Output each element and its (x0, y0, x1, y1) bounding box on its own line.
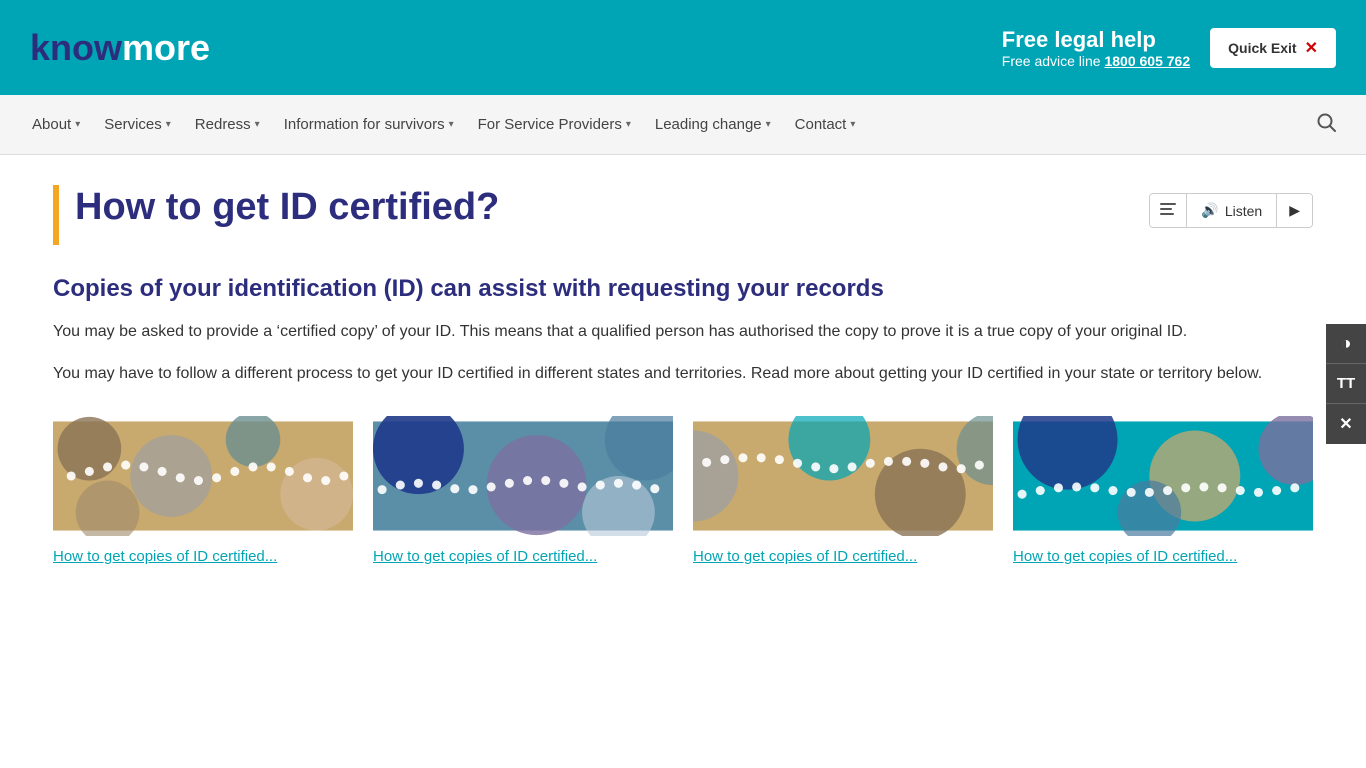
card-2-image (373, 416, 673, 536)
card-1-link[interactable]: How to get copies of ID certified... (53, 546, 353, 567)
nav-items: About ▾ Services ▾ Redress ▾ Information… (20, 98, 1306, 151)
free-legal-title: Free legal help (1002, 27, 1190, 53)
site-logo[interactable]: knowmore (30, 27, 210, 69)
nav-item-contact[interactable]: Contact ▾ (783, 98, 868, 151)
quick-exit-button[interactable]: Quick Exit ✕ (1210, 28, 1336, 68)
chevron-down-icon: ▾ (766, 119, 771, 130)
listen-menu-button[interactable] (1150, 194, 1187, 227)
nav-item-info-survivors[interactable]: Information for survivors ▾ (272, 98, 466, 151)
main-nav: About ▾ Services ▾ Redress ▾ Information… (0, 95, 1366, 155)
card-1-image (53, 416, 353, 536)
nav-label-services: Services (104, 116, 162, 133)
nav-link-info-survivors[interactable]: Information for survivors ▾ (272, 98, 466, 151)
phone-link[interactable]: 1800 605 762 (1104, 53, 1190, 69)
nav-link-services[interactable]: Services ▾ (92, 98, 183, 151)
chevron-down-icon: ▾ (166, 119, 171, 130)
contrast-toggle-button[interactable]: ◑ (1326, 324, 1366, 364)
page-title: How to get ID certified? (75, 185, 499, 245)
nav-item-redress[interactable]: Redress ▾ (183, 98, 272, 151)
nav-label-service-providers: For Service Providers (478, 116, 622, 133)
free-legal-help: Free legal help Free advice line 1800 60… (1002, 27, 1190, 69)
nav-link-contact[interactable]: Contact ▾ (783, 98, 868, 151)
nav-label-info-survivors: Information for survivors (284, 116, 445, 133)
free-legal-sub: Free advice line 1800 605 762 (1002, 53, 1190, 69)
card-2[interactable]: How to get copies of ID certified... (373, 416, 673, 567)
site-header: knowmore Free legal help Free advice lin… (0, 0, 1366, 95)
section-heading: Copies of your identification (ID) can a… (53, 275, 1313, 303)
nav-label-about: About (32, 116, 71, 133)
listen-play-button[interactable]: ▶ (1277, 194, 1312, 227)
speaker-icon: 🔊 (1201, 202, 1218, 219)
font-size-icon: TT (1337, 375, 1355, 392)
body-text-2: You may have to follow a different proce… (53, 361, 1313, 387)
nav-label-redress: Redress (195, 116, 251, 133)
logo-more: more (122, 27, 210, 68)
nav-link-leading-change[interactable]: Leading change ▾ (643, 98, 783, 151)
title-row: How to get ID certified? 🔊 Listen ▶ (53, 185, 1313, 245)
nav-item-services[interactable]: Services ▾ (92, 98, 183, 151)
card-1[interactable]: How to get copies of ID certified... (53, 416, 353, 567)
card-4-link[interactable]: How to get copies of ID certified... (1013, 546, 1313, 567)
contrast-icon: ◑ (1341, 333, 1352, 354)
logo-know: know (30, 27, 122, 68)
listen-bar: 🔊 Listen ▶ (1149, 193, 1313, 228)
chevron-down-icon: ▾ (850, 119, 855, 130)
nav-link-about[interactable]: About ▾ (20, 98, 92, 151)
card-3-link[interactable]: How to get copies of ID certified... (693, 546, 993, 567)
title-left: How to get ID certified? (53, 185, 499, 245)
font-size-toggle-button[interactable]: TT (1326, 364, 1366, 404)
chevron-down-icon: ▾ (255, 119, 260, 130)
card-2-link[interactable]: How to get copies of ID certified... (373, 546, 673, 567)
close-icon: ✕ (1339, 414, 1352, 434)
quick-exit-label: Quick Exit (1228, 40, 1296, 56)
nav-link-redress[interactable]: Redress ▾ (183, 98, 272, 151)
title-accent-bar (53, 185, 59, 245)
play-icon: ▶ (1289, 202, 1300, 218)
chevron-down-icon: ▾ (449, 119, 454, 130)
card-3[interactable]: How to get copies of ID certified... (693, 416, 993, 567)
main-content: How to get ID certified? 🔊 Listen ▶ Copi… (13, 155, 1353, 597)
close-accessibility-button[interactable]: ✕ (1326, 404, 1366, 444)
card-3-image (693, 416, 993, 536)
nav-link-service-providers[interactable]: For Service Providers ▾ (466, 98, 643, 151)
close-icon: ✕ (1305, 38, 1318, 58)
body-text-1: You may be asked to provide a ‘certified… (53, 319, 1313, 345)
listen-button[interactable]: 🔊 Listen (1187, 194, 1277, 227)
accessibility-sidebar: ◑ TT ✕ (1326, 324, 1366, 444)
listen-label: Listen (1225, 203, 1262, 219)
nav-item-about[interactable]: About ▾ (20, 98, 92, 151)
nav-item-service-providers[interactable]: For Service Providers ▾ (466, 98, 643, 151)
nav-label-contact: Contact (795, 116, 847, 133)
header-right: Free legal help Free advice line 1800 60… (1002, 27, 1336, 69)
chevron-down-icon: ▾ (75, 119, 80, 130)
nav-item-leading-change[interactable]: Leading change ▾ (643, 98, 783, 151)
card-4[interactable]: How to get copies of ID certified... (1013, 416, 1313, 567)
card-4-image (1013, 416, 1313, 536)
search-icon[interactable] (1306, 102, 1346, 148)
chevron-down-icon: ▾ (626, 119, 631, 130)
nav-label-leading-change: Leading change (655, 116, 762, 133)
cards-grid: How to get copies of ID certified... (53, 416, 1313, 567)
